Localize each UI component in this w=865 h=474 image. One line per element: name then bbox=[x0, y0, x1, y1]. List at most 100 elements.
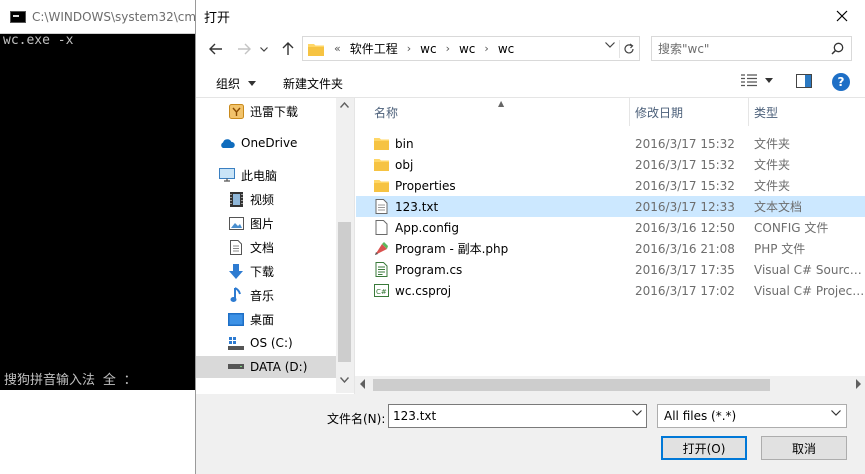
file-list: ▲ 名称 修改日期 类型 bin 2016/3/17 15:32 文件夹 obj… bbox=[354, 97, 865, 394]
help-button[interactable]: ? bbox=[832, 73, 850, 91]
config-file-icon bbox=[375, 220, 388, 235]
file-row-program-php[interactable]: Program - 副本.php 2016/3/16 21:08 PHP 文件 bbox=[356, 238, 865, 259]
file-row-app-config[interactable]: App.config 2016/3/16 12:50 CONFIG 文件 bbox=[356, 217, 865, 238]
file-row-123-txt[interactable]: 123.txt 2016/3/17 12:33 文本文档 bbox=[356, 196, 865, 217]
csharp-file-icon bbox=[375, 262, 388, 277]
filename-label: 文件名(N): bbox=[327, 412, 386, 426]
nav-item-videos[interactable]: 视频 bbox=[196, 188, 336, 210]
nav-scrollbar-thumb[interactable] bbox=[338, 222, 351, 362]
dialog-title: 打开 bbox=[204, 11, 231, 26]
file-name: bin bbox=[395, 136, 414, 151]
horizontal-scrollbar[interactable] bbox=[355, 376, 865, 394]
dialog-footer: 文件名(N): 123.txt All files (*.*) 打开(O) 取消 bbox=[196, 394, 865, 474]
address-dropdown-icon[interactable] bbox=[605, 42, 615, 48]
file-row-properties[interactable]: Properties 2016/3/17 15:32 文件夹 bbox=[356, 175, 865, 196]
folder-icon bbox=[374, 138, 389, 150]
chevron-down-icon[interactable] bbox=[632, 410, 642, 416]
refresh-button[interactable] bbox=[619, 40, 637, 58]
nav-item-xunlei[interactable]: 迅雷下载 bbox=[196, 100, 336, 122]
nav-item-onedrive[interactable]: OneDrive bbox=[196, 132, 336, 154]
breadcrumb-separator-icon[interactable]: › bbox=[398, 42, 420, 55]
breadcrumb-item[interactable]: wc bbox=[420, 42, 436, 56]
horizontal-scrollbar-thumb[interactable] bbox=[373, 379, 770, 391]
nav-item-downloads[interactable]: 下载 bbox=[196, 260, 336, 282]
scroll-left-icon[interactable] bbox=[360, 379, 366, 389]
back-arrow-icon bbox=[209, 43, 222, 55]
caret-down-icon bbox=[248, 81, 257, 86]
refresh-icon bbox=[623, 43, 634, 54]
file-type-filter-select[interactable]: All files (*.*) bbox=[657, 404, 847, 428]
scroll-right-icon[interactable] bbox=[855, 379, 861, 389]
file-name: App.config bbox=[395, 220, 459, 235]
nav-item-music[interactable]: 音乐 bbox=[196, 284, 336, 306]
recent-locations-button[interactable] bbox=[258, 39, 270, 59]
chevron-down-icon bbox=[831, 410, 841, 416]
file-date: 2016/3/17 15:32 bbox=[635, 178, 735, 193]
file-type: 文本文档 bbox=[754, 200, 803, 214]
back-button[interactable] bbox=[206, 39, 226, 59]
dialog-titlebar: 打开 bbox=[196, 0, 865, 33]
close-icon bbox=[836, 10, 848, 22]
breadcrumb-item[interactable]: wc bbox=[459, 42, 475, 56]
nav-item-pictures[interactable]: 图片 bbox=[196, 212, 336, 234]
file-name: 123.txt bbox=[395, 199, 439, 214]
file-date: 2016/3/17 17:02 bbox=[635, 283, 735, 298]
scroll-up-icon[interactable] bbox=[340, 102, 349, 108]
nav-item-this-pc[interactable]: 此电脑 bbox=[196, 164, 336, 186]
file-type: Visual C# Projec… bbox=[754, 283, 864, 298]
forward-arrow-icon bbox=[238, 43, 251, 55]
breadcrumb-item[interactable]: 软件工程 bbox=[350, 40, 398, 57]
nav-item-documents[interactable]: 文档 bbox=[196, 236, 336, 258]
folder-icon bbox=[374, 180, 389, 192]
nav-item-label: 视频 bbox=[250, 192, 275, 207]
file-row-bin[interactable]: bin 2016/3/17 15:32 文件夹 bbox=[356, 133, 865, 154]
nav-item-label: 音乐 bbox=[250, 288, 275, 303]
file-type: 文件夹 bbox=[754, 158, 791, 172]
command-toolbar: 组织 新建文件夹 ? bbox=[196, 70, 865, 96]
new-folder-button[interactable]: 新建文件夹 bbox=[283, 75, 343, 92]
address-bar[interactable]: « 软件工程 › wc › wc › wc bbox=[302, 36, 640, 61]
change-view-button[interactable] bbox=[741, 74, 773, 87]
file-name: obj bbox=[395, 157, 414, 172]
file-date: 2016/3/17 15:32 bbox=[635, 157, 735, 172]
nav-item-desktop[interactable]: 桌面 bbox=[196, 308, 336, 330]
breadcrumb: « 软件工程 › wc › wc › wc bbox=[324, 40, 514, 57]
nav-item-label: OS (C:) bbox=[250, 336, 293, 350]
file-row-program-cs[interactable]: Program.cs 2016/3/17 17:35 Visual C# Sou… bbox=[356, 259, 865, 280]
open-button[interactable]: 打开(O) bbox=[661, 436, 747, 460]
nav-item-os-c[interactable]: OS (C:) bbox=[196, 332, 336, 354]
column-type-header[interactable]: 类型 bbox=[749, 98, 865, 126]
column-date-header[interactable]: 修改日期 bbox=[630, 98, 749, 126]
cancel-button[interactable]: 取消 bbox=[761, 436, 847, 460]
nav-item-label: 桌面 bbox=[250, 312, 275, 327]
preview-pane-icon bbox=[796, 74, 812, 88]
file-row-obj[interactable]: obj 2016/3/17 15:32 文件夹 bbox=[356, 154, 865, 175]
close-button[interactable] bbox=[819, 0, 865, 32]
file-date: 2016/3/17 17:35 bbox=[635, 262, 735, 277]
file-name: Properties bbox=[395, 178, 456, 193]
forward-button[interactable] bbox=[234, 39, 254, 59]
filename-input[interactable]: 123.txt bbox=[388, 404, 647, 428]
organize-button[interactable]: 组织 bbox=[216, 75, 257, 92]
up-button[interactable] bbox=[278, 39, 298, 59]
file-row-wc-csproj[interactable]: C# wc.csproj 2016/3/17 17:02 Visual C# P… bbox=[356, 280, 865, 301]
column-name-header[interactable]: 名称 bbox=[369, 98, 630, 126]
breadcrumb-item[interactable]: wc bbox=[498, 42, 514, 56]
preview-pane-button[interactable] bbox=[796, 74, 812, 91]
console-command-line: wc.exe -x bbox=[3, 33, 74, 48]
open-file-dialog: 打开 « 软件工程 › wc › wc › wc 搜索"wc" 组织 新建文件夹… bbox=[195, 0, 865, 474]
file-type: 文件夹 bbox=[754, 137, 791, 151]
breadcrumb-separator-icon[interactable]: › bbox=[437, 42, 459, 55]
pictures-icon bbox=[228, 215, 244, 231]
navigation-pane: 迅雷下载 OneDrive 此电脑 视频 图片 文档 下载 音乐 桌面 OS (… bbox=[196, 97, 354, 393]
nav-item-data-d[interactable]: DATA (D:) bbox=[196, 356, 336, 378]
nav-item-label: 下载 bbox=[250, 264, 275, 279]
search-input[interactable]: 搜索"wc" bbox=[651, 36, 852, 61]
breadcrumb-overflow[interactable]: « bbox=[328, 42, 350, 55]
breadcrumb-separator-icon[interactable]: › bbox=[475, 42, 497, 55]
scroll-down-icon[interactable] bbox=[340, 377, 349, 383]
nav-scrollbar[interactable] bbox=[336, 98, 354, 393]
folder-icon bbox=[374, 159, 389, 171]
xunlei-download-icon bbox=[228, 103, 244, 119]
text-file-icon bbox=[375, 199, 388, 214]
